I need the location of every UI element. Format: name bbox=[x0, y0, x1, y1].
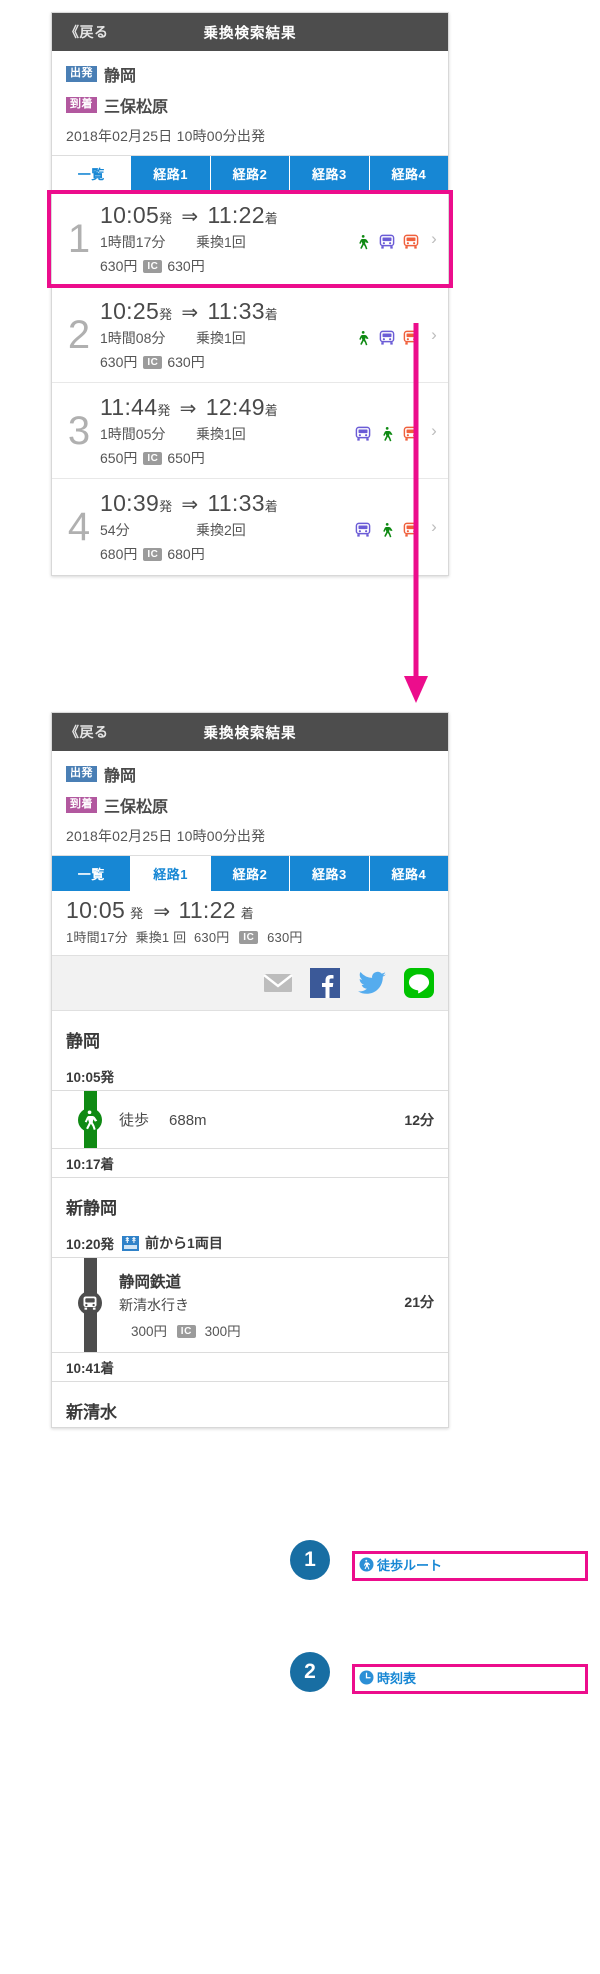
walk-route-pill-icon bbox=[359, 1557, 374, 1572]
detail-departure-station: 静岡 bbox=[104, 768, 137, 785]
detail-tab-route3[interactable]: 経路3 bbox=[290, 856, 370, 891]
detail-titlebar: 《戻る 乗換検索結果 bbox=[52, 713, 448, 751]
timetable-pill-wrap[interactable]: 時刻表 bbox=[352, 1664, 588, 1694]
detail-fare: 630円 bbox=[193, 930, 230, 945]
train-segment-text: 静岡鉄道 新清水行き 300円 IC 300円 bbox=[105, 1270, 404, 1340]
facebook-icon[interactable] bbox=[310, 968, 340, 998]
timeline-time-depart-2: 10:20発 ↟↟ 前から1両目 bbox=[52, 1229, 448, 1258]
timeline-train-segment: 静岡鉄道 新清水行き 300円 IC 300円 21分 bbox=[52, 1258, 448, 1353]
detail-search-datetime: 2018年02月25日 10時00分出発 bbox=[66, 828, 266, 844]
timeline-station-3: 新清水 bbox=[66, 1403, 117, 1422]
detail-arrival-row: 到着 三保松原 bbox=[66, 793, 434, 817]
timeline-time-depart-1: 10:05発 bbox=[52, 1062, 448, 1091]
walk-duration: 12分 bbox=[404, 1111, 434, 1128]
line-icon[interactable] bbox=[404, 968, 434, 998]
ic-badge: IC bbox=[239, 931, 259, 944]
walk-distance: 688m bbox=[169, 1112, 207, 1129]
train-ic-badge: IC bbox=[176, 1325, 196, 1338]
walk-route-pill-label: 徒歩ルート bbox=[377, 1558, 443, 1573]
detail-transfers: 乗換1 回 bbox=[135, 930, 187, 945]
arrow-glyph: ⇒ bbox=[153, 901, 171, 923]
detail-arrival-station: 三保松原 bbox=[104, 799, 169, 816]
train-duration: 21分 bbox=[404, 1294, 434, 1310]
detail-back-button[interactable]: 《戻る bbox=[65, 722, 109, 742]
detail-departure-tag: 出発 bbox=[66, 766, 97, 782]
twitter-icon[interactable] bbox=[357, 968, 387, 998]
timetable-pill-label: 時刻表 bbox=[377, 1671, 417, 1686]
detail-summary-times: 10:05 発 ⇒ 11:22 着 bbox=[66, 897, 434, 924]
walk-route-pill-wrap[interactable]: 徒歩ルート bbox=[352, 1551, 588, 1581]
detail-tab-route1[interactable]: 経路1 bbox=[131, 856, 211, 891]
timeline-time-arrive-2-text: 10:41着 bbox=[66, 1361, 115, 1376]
train-fare-row: 300円 IC 300円 bbox=[119, 1320, 404, 1340]
detail-tab-route2[interactable]: 経路2 bbox=[210, 856, 291, 891]
route-detail-card: 《戻る 乗換検索結果 出発 静岡 到着 三保松原 2018年02月25日 10時… bbox=[51, 712, 449, 1428]
timetable-pill[interactable]: 時刻表 bbox=[359, 1668, 416, 1687]
detail-depart-suffix: 発 bbox=[130, 906, 144, 921]
walk-segment-text: 徒歩 688m bbox=[105, 1109, 404, 1130]
clock-icon bbox=[359, 1670, 374, 1685]
train-fare: 300円 bbox=[131, 1324, 168, 1339]
detail-summary: 10:05 発 ⇒ 11:22 着 1時間17分 乗換1 回 630円 IC 630円 bbox=[52, 891, 448, 956]
timeline-time-depart-1-text: 10:05発 bbox=[66, 1070, 115, 1085]
detail-summary-meta: 1時間17分 乗換1 回 630円 IC 630円 bbox=[66, 927, 434, 946]
car-position-text: 前から1両目 bbox=[145, 1235, 223, 1251]
car-position-glyph: ↟↟ bbox=[123, 1235, 138, 1245]
train-icon bbox=[75, 1288, 105, 1318]
detail-tab-list[interactable]: 一覧 bbox=[52, 856, 132, 891]
detail-arrival-tag: 到着 bbox=[66, 797, 97, 813]
train-ic-fare: 300円 bbox=[204, 1324, 241, 1339]
timeline-time-arrive-1: 10:17着 bbox=[52, 1149, 448, 1178]
walk-icon bbox=[75, 1105, 105, 1135]
walk-route-pill[interactable]: 徒歩ルート bbox=[359, 1555, 442, 1574]
screenshot-stage: 《戻る 乗換検索結果 出発 静岡 到着 三保松原 2018年02月25日 10時… bbox=[0, 0, 600, 1974]
step-badge-1: 1 bbox=[290, 1540, 330, 1580]
train-destination: 新清水行き bbox=[119, 1297, 189, 1313]
route-timeline: 静岡 10:05発 徒歩 688m 12分 10:17着 新静岡 10:20発 … bbox=[52, 1011, 448, 1427]
detail-route-tabs: 一覧 経路1 経路2 経路3 経路4 bbox=[52, 855, 449, 891]
detail-tab-route4[interactable]: 経路4 bbox=[369, 856, 449, 891]
detail-departure-row: 出発 静岡 bbox=[66, 762, 434, 786]
detail-arrive-suffix: 着 bbox=[240, 906, 255, 921]
detail-arrive-time: 11:22 bbox=[178, 897, 236, 923]
mail-icon[interactable] bbox=[263, 968, 293, 998]
timeline-time-arrive-2: 10:41着 bbox=[52, 1353, 448, 1382]
share-bar bbox=[52, 956, 448, 1011]
walk-line: 徒歩 688m bbox=[119, 1109, 404, 1130]
detail-depart-time: 10:05 bbox=[66, 897, 126, 923]
detail-origin-destination-block: 出発 静岡 到着 三保松原 2018年02月25日 10時00分出発 bbox=[52, 751, 448, 855]
timeline-station-2: 新静岡 bbox=[66, 1199, 117, 1218]
detail-page-title: 乗換検索結果 bbox=[203, 725, 297, 742]
step-badge-2: 2 bbox=[290, 1652, 330, 1692]
detail-duration: 1時間17分 bbox=[66, 930, 128, 945]
timeline-walk-segment: 徒歩 688m 12分 bbox=[52, 1091, 448, 1149]
train-line-name: 静岡鉄道 bbox=[119, 1274, 182, 1291]
car-position-icon: ↟↟ bbox=[122, 1235, 140, 1251]
detail-ic-fare: 630円 bbox=[267, 930, 303, 945]
walk-label: 徒歩 bbox=[119, 1112, 150, 1129]
timeline-time-arrive-1-text: 10:17着 bbox=[66, 1157, 115, 1172]
timeline-station-1: 静岡 bbox=[66, 1032, 100, 1051]
timeline-time-depart-2-text: 10:20発 bbox=[66, 1237, 115, 1252]
